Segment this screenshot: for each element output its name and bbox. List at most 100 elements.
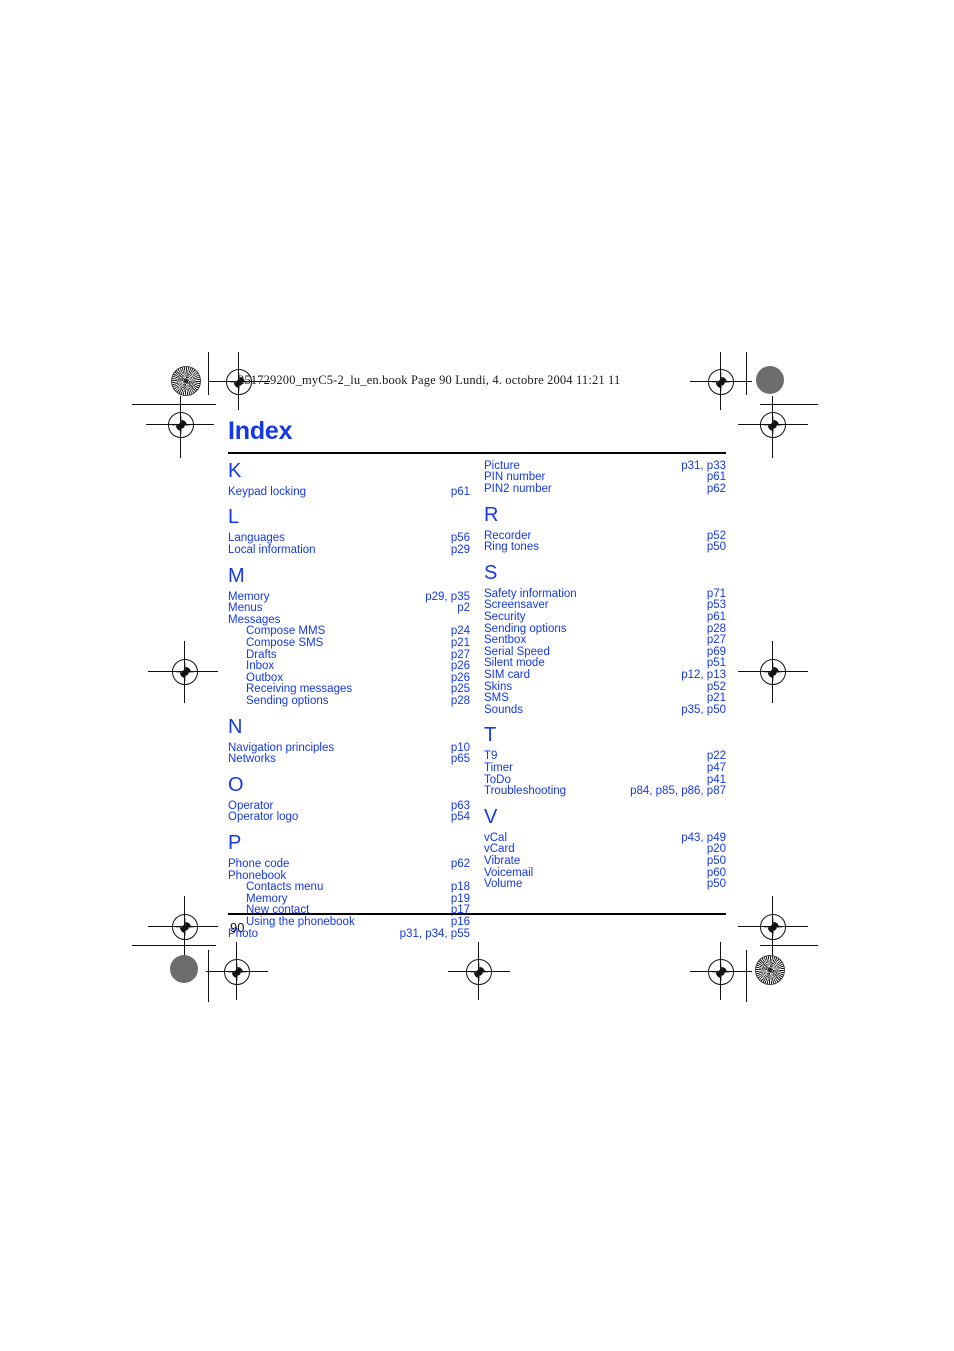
index-entry-label: Troubleshooting: [484, 785, 567, 798]
page-edge-line-left: [208, 352, 210, 395]
index-entry-pages: p29: [450, 544, 470, 557]
index-column: Picture p31, p33 PIN number p61 PIN2 number p…: [484, 460, 726, 940]
index-entry[interactable]: Memory p29, p35: [228, 591, 470, 604]
index-entry-label: Compose SMS: [246, 637, 324, 649]
registration-mark-bottom-center: [466, 959, 492, 985]
index-letter-heading: M: [228, 564, 245, 587]
index-entry-label: Sounds: [484, 703, 524, 716]
solid-density-mark-bottom-left: [170, 955, 198, 983]
index-entry-label: Using the phonebook: [246, 915, 355, 928]
index-entry-pages: p65: [450, 753, 470, 766]
index-entry-pages: p50: [706, 854, 726, 867]
index-entry-pages: p16: [450, 915, 470, 928]
index-entry-label: Operator logo: [228, 811, 299, 824]
index-entry-label: SIM card: [484, 668, 531, 681]
index-letter-heading: R: [484, 503, 499, 526]
index-entry[interactable]: Networks p65: [228, 754, 470, 766]
index-letter-heading: P: [228, 831, 242, 854]
index-entry-pages: p31, p34, p55: [399, 927, 470, 940]
index-entry-label: Vibrate: [484, 854, 521, 867]
index-entry-pages: p62: [706, 483, 726, 496]
index-entry-pages: p21: [450, 637, 470, 649]
index-entry-label: SMS: [484, 692, 509, 705]
index-entry[interactable]: Skins p52: [484, 681, 726, 694]
registration-mark-bottom-left: [224, 959, 250, 985]
index-entry[interactable]: vCal p43, p49: [484, 832, 726, 845]
index-entry[interactable]: Security p61: [484, 611, 726, 624]
index-entry[interactable]: Volume p50: [484, 878, 726, 891]
index-subentry[interactable]: Sending options p28: [228, 694, 470, 708]
index-entry-pages: p54: [450, 811, 470, 824]
index-entry-label: Timer: [484, 761, 513, 774]
registration-mark-lower-left: [172, 914, 198, 940]
index-entry-pages: p18: [450, 881, 470, 894]
index-entry-label: PIN2 number: [484, 483, 552, 496]
index-entry[interactable]: SMS p21: [484, 693, 726, 705]
index-entry[interactable]: Sounds p35, p50: [484, 703, 726, 717]
registration-mark-upper-right: [760, 412, 786, 438]
trim-line-bottom-left: [132, 945, 216, 947]
index-letter-heading: O: [228, 773, 244, 796]
trim-line-top-left: [132, 404, 216, 406]
page-number: 90: [230, 920, 245, 935]
index-entry[interactable]: T9 p22: [484, 751, 726, 763]
index-entry[interactable]: Phone code p62: [228, 858, 470, 871]
page-edge-line-left-bottom: [208, 950, 210, 1002]
index-entry-pages: p2: [457, 602, 470, 615]
index-entry-label: Ring tones: [484, 541, 539, 554]
halftone-star-mark-top-left: [171, 366, 201, 396]
registration-mark-bottom-right: [708, 959, 734, 985]
registration-mark-mid-right: [760, 659, 786, 685]
index-entry[interactable]: Keypad locking p61: [228, 485, 470, 499]
index-entry-label: Sending options: [246, 694, 329, 707]
index-entry[interactable]: vCard p20: [484, 844, 726, 856]
registration-mark-upper-left: [168, 412, 194, 438]
index-letter-heading: T: [484, 724, 497, 747]
index-entry-label: Contacts menu: [246, 881, 324, 894]
registration-mark-mid-left: [172, 659, 198, 685]
index-entry-pages: p12, p13: [681, 668, 726, 681]
index-column: K Keypad locking p61 L Languages p56 Local inf…: [228, 461, 470, 940]
index-letter-heading: K: [228, 459, 242, 482]
index-entry-pages: p28: [450, 694, 470, 707]
index-columns: K Keypad locking p61 L Languages p56 Local inf…: [228, 460, 726, 940]
index-entry-pages: p61: [706, 611, 726, 623]
title-divider-rule: [228, 452, 726, 454]
index-entry-pages: p21: [706, 692, 726, 705]
index-letter-heading: N: [228, 715, 243, 738]
index-entry-label: Local information: [228, 544, 316, 557]
index-entry-pages: p84, p85, p86, p87: [630, 785, 726, 798]
index-entry[interactable]: Ring tones p50: [484, 542, 726, 554]
index-letter-heading: S: [484, 561, 498, 584]
index-entry-pages: p50: [706, 878, 726, 891]
index-entry[interactable]: Local information p29: [228, 544, 470, 557]
footer-divider-rule: [228, 913, 726, 915]
index-entry-label: Networks: [228, 753, 276, 766]
index-entry-label: Volume: [484, 878, 523, 891]
index-entry[interactable]: Photo p31, p34, p55: [228, 927, 470, 941]
solid-density-mark-top-right: [756, 366, 784, 394]
index-entry-pages: p61: [450, 485, 470, 498]
index-letter-heading: L: [228, 506, 240, 529]
trim-line-bottom-right: [760, 945, 818, 947]
registration-mark-top-right: [708, 369, 734, 395]
trim-line-top-right: [760, 404, 818, 406]
index-letter-heading: V: [484, 805, 498, 828]
index-entry[interactable]: PIN2 number p62: [484, 483, 726, 496]
index-entry[interactable]: Vibrate p50: [484, 854, 726, 868]
page-title: Index: [228, 417, 293, 445]
index-entry-pages: p50: [706, 541, 726, 554]
index-entry-pages: p47: [706, 761, 726, 774]
index-subentry[interactable]: Contacts menu p18: [228, 882, 470, 894]
registration-mark-lower-right: [760, 914, 786, 940]
index-entry[interactable]: Timer p47: [484, 761, 726, 775]
index-subentry[interactable]: Using the phonebook p16: [228, 915, 470, 929]
halftone-star-mark-bottom-right: [755, 955, 785, 985]
index-entry-label: Keypad locking: [228, 485, 306, 498]
page-edge-line-right-bottom: [746, 950, 748, 1002]
book-file-header: 251729200_myC5-2_lu_en.book Page 90 Lund…: [238, 373, 621, 387]
index-subentry[interactable]: Compose SMS p21: [228, 637, 470, 650]
index-entry[interactable]: Operator logo p54: [228, 812, 470, 824]
index-entry[interactable]: SIM card p12, p13: [484, 668, 726, 682]
index-entry[interactable]: Troubleshooting p84, p85, p86, p87: [484, 786, 726, 798]
